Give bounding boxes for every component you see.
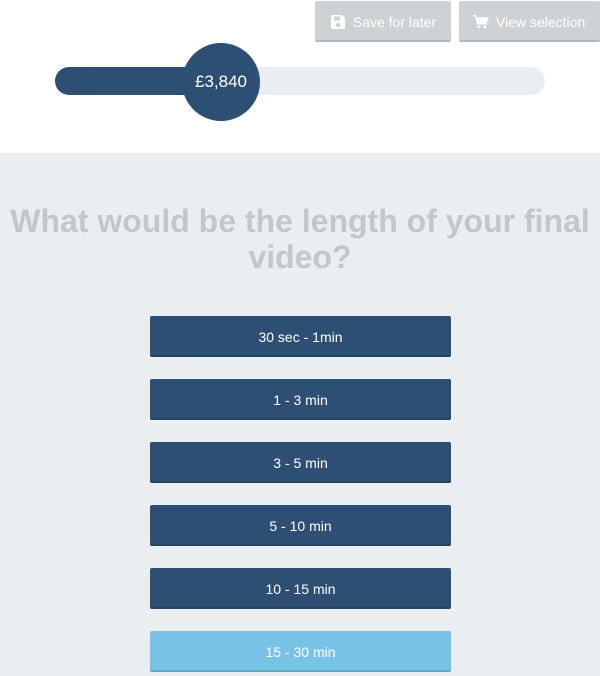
answer-option-button[interactable]: 1 - 3 min <box>150 379 451 420</box>
answer-options: 30 sec - 1min 1 - 3 min 3 - 5 min 5 - 10 mi… <box>150 316 451 676</box>
top-bar: Save for later View selection £3,840 <box>0 0 600 153</box>
shopping-cart-icon <box>473 14 489 30</box>
question-title: What would be the length of your final v… <box>10 203 590 275</box>
answer-option-button[interactable]: 5 - 10 min <box>150 505 451 546</box>
save-for-later-button[interactable]: Save for later <box>315 1 451 42</box>
price-amount: £3,840 <box>195 72 247 91</box>
save-for-later-label: Save for later <box>352 13 437 30</box>
view-selection-button[interactable]: View selection <box>459 1 600 42</box>
floppy-disk-icon <box>330 14 346 30</box>
price-progress-knob: £3,840 <box>182 43 260 121</box>
price-progress-track <box>55 67 545 95</box>
view-selection-label: View selection <box>496 13 586 30</box>
answer-option-button[interactable]: 10 - 15 min <box>150 568 451 609</box>
answer-option-button[interactable]: 15 - 30 min <box>150 631 451 672</box>
answer-option-button[interactable]: 3 - 5 min <box>150 442 451 483</box>
answer-option-button[interactable]: 30 sec - 1min <box>150 316 451 357</box>
question-panel: What would be the length of your final v… <box>0 153 600 676</box>
